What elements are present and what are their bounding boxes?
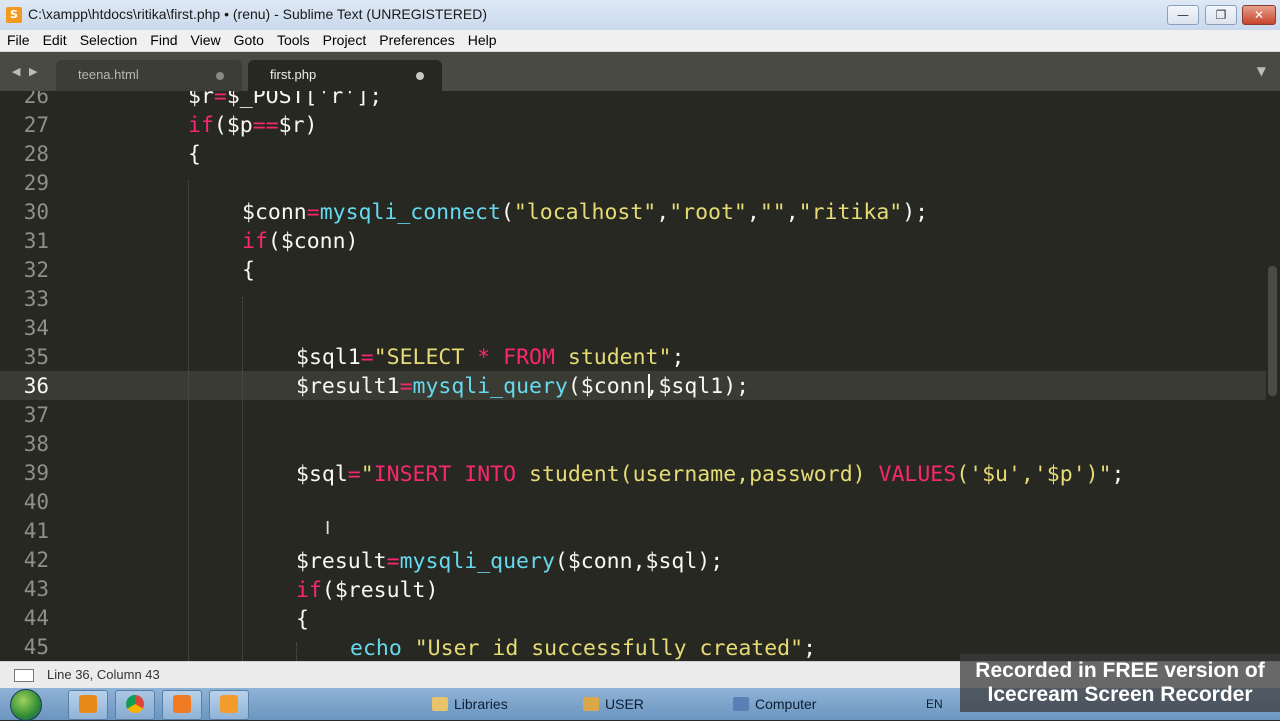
line-number: 38 (23, 432, 49, 456)
close-button[interactable]: ✕ (1242, 5, 1276, 25)
title-bar: S C:\xampp\htdocs\ritika\first.php • (re… (0, 0, 1280, 30)
line-number: 27 (23, 113, 49, 137)
code-line-43: if($result) (296, 578, 439, 603)
taskbar-chrome-button[interactable] (115, 690, 155, 720)
taskbar-recorder-button[interactable] (209, 690, 249, 720)
code-line-44: { (296, 607, 309, 632)
code-line-30: $conn=mysqli_connect("localhost","root",… (242, 200, 929, 225)
taskbar-libraries-window[interactable]: Libraries (432, 690, 508, 718)
language-indicator[interactable]: EN (926, 697, 943, 711)
code-line-39: $sql="INSERT INTO student(username,passw… (296, 462, 1125, 487)
code-line-26: $r=$_POST['r']; (188, 91, 383, 109)
indent-guide (296, 643, 297, 661)
text-caret (648, 374, 650, 398)
line-number: 40 (23, 490, 49, 514)
line-number: 41 (23, 519, 49, 543)
sublime-icon (79, 695, 97, 713)
taskbar-xampp-button[interactable] (162, 690, 202, 720)
line-number: 35 (23, 345, 49, 369)
line-number: 39 (23, 461, 49, 485)
code-line-27: if($p==$r) (188, 113, 318, 138)
line-number: 31 (23, 229, 49, 253)
folder-icon (432, 697, 448, 711)
line-number: 32 (23, 258, 49, 282)
menu-help[interactable]: Help (461, 30, 503, 49)
menu-edit[interactable]: Edit (36, 30, 73, 49)
chrome-icon (126, 695, 144, 713)
code-line-32: { (242, 258, 255, 283)
line-number: 42 (23, 548, 49, 572)
recorder-watermark: Recorded in FREE version of Icecream Scr… (960, 654, 1280, 712)
minimize-button[interactable]: — (1167, 5, 1199, 25)
start-button[interactable] (10, 689, 42, 721)
menu-selection[interactable]: Selection (73, 30, 144, 49)
tab-teena-html[interactable]: teena.html (56, 60, 242, 91)
tab-list-dropdown-icon[interactable]: ▼ (1257, 64, 1266, 78)
menu-goto[interactable]: Goto (227, 30, 270, 49)
window-title: C:\xampp\htdocs\ritika\first.php • (renu… (28, 6, 487, 22)
ibeam-cursor-icon: I (325, 518, 331, 539)
sublime-app-icon: S (6, 7, 22, 23)
line-number: 36 (23, 374, 49, 398)
menu-project[interactable]: Project (316, 30, 373, 49)
line-number: 44 (23, 606, 49, 630)
code-line-28: { (188, 142, 201, 167)
watermark-line-1: Recorded in FREE version of (975, 659, 1265, 682)
line-number: 43 (23, 577, 49, 601)
maximize-button[interactable]: ❐ (1205, 5, 1237, 25)
code-editor[interactable]: 26 27 28 29 30 31 32 33 34 35 36 37 38 39 40 41 42 43 44 45… (0, 91, 1266, 661)
cursor-position: Line 36, Column 43 (47, 667, 160, 682)
tab-label: teena.html (78, 67, 139, 82)
code-line-36: $result1=mysqli_query($conn,$sql1); (296, 374, 750, 399)
code-line-42: $result=mysqli_query($conn,$sql); (296, 549, 724, 574)
tab-label: first.php (270, 67, 317, 82)
line-number: 29 (23, 171, 49, 195)
code-line-35: $sql1="SELECT * FROM student"; (296, 345, 685, 370)
unsaved-dot-icon[interactable] (216, 72, 224, 80)
panel-toggle-icon[interactable] (14, 669, 34, 682)
line-number: 37 (23, 403, 49, 427)
menu-bar: File Edit Selection Find View Goto Tools Projec… (0, 30, 1280, 52)
indent-guide (188, 180, 189, 661)
indent-guide (242, 297, 243, 661)
tab-prev-arrow-icon[interactable]: ◀ (12, 65, 20, 78)
code-line-45: echo "User id successfully created"; (350, 636, 817, 661)
xampp-icon (173, 695, 191, 713)
menu-view[interactable]: View (184, 30, 227, 49)
computer-icon (733, 697, 749, 711)
unsaved-dot-icon[interactable] (416, 72, 424, 80)
line-number: 45 (23, 635, 49, 659)
line-number: 26 (23, 91, 49, 108)
tab-first-php[interactable]: first.php (248, 60, 442, 91)
tab-next-arrow-icon[interactable]: ▶ (29, 65, 37, 78)
system-tray: EN (926, 690, 943, 718)
taskbar-sublime-button[interactable] (68, 690, 108, 720)
code-line-31: if($conn) (242, 229, 359, 254)
line-number: 28 (23, 142, 49, 166)
line-number-gutter: 26 27 28 29 30 31 32 33 34 35 36 37 38 39 40 41 42 43 44 45 (0, 91, 78, 661)
menu-tools[interactable]: Tools (270, 30, 316, 49)
recorder-icon (220, 695, 238, 713)
taskbar-user-window[interactable]: USER (583, 690, 644, 718)
line-number: 33 (23, 287, 49, 311)
menu-find[interactable]: Find (143, 30, 183, 49)
menu-file[interactable]: File (0, 30, 36, 49)
watermark-line-2: Icecream Screen Recorder (987, 683, 1253, 706)
scrollbar-thumb[interactable] (1268, 266, 1277, 396)
line-number: 34 (23, 316, 49, 340)
tab-bar: ◀ ▶ teena.html first.php ▼ (0, 52, 1280, 91)
menu-preferences[interactable]: Preferences (372, 30, 460, 49)
taskbar-computer-window[interactable]: Computer (733, 690, 816, 718)
user-folder-icon (583, 697, 599, 711)
line-number: 30 (23, 200, 49, 224)
